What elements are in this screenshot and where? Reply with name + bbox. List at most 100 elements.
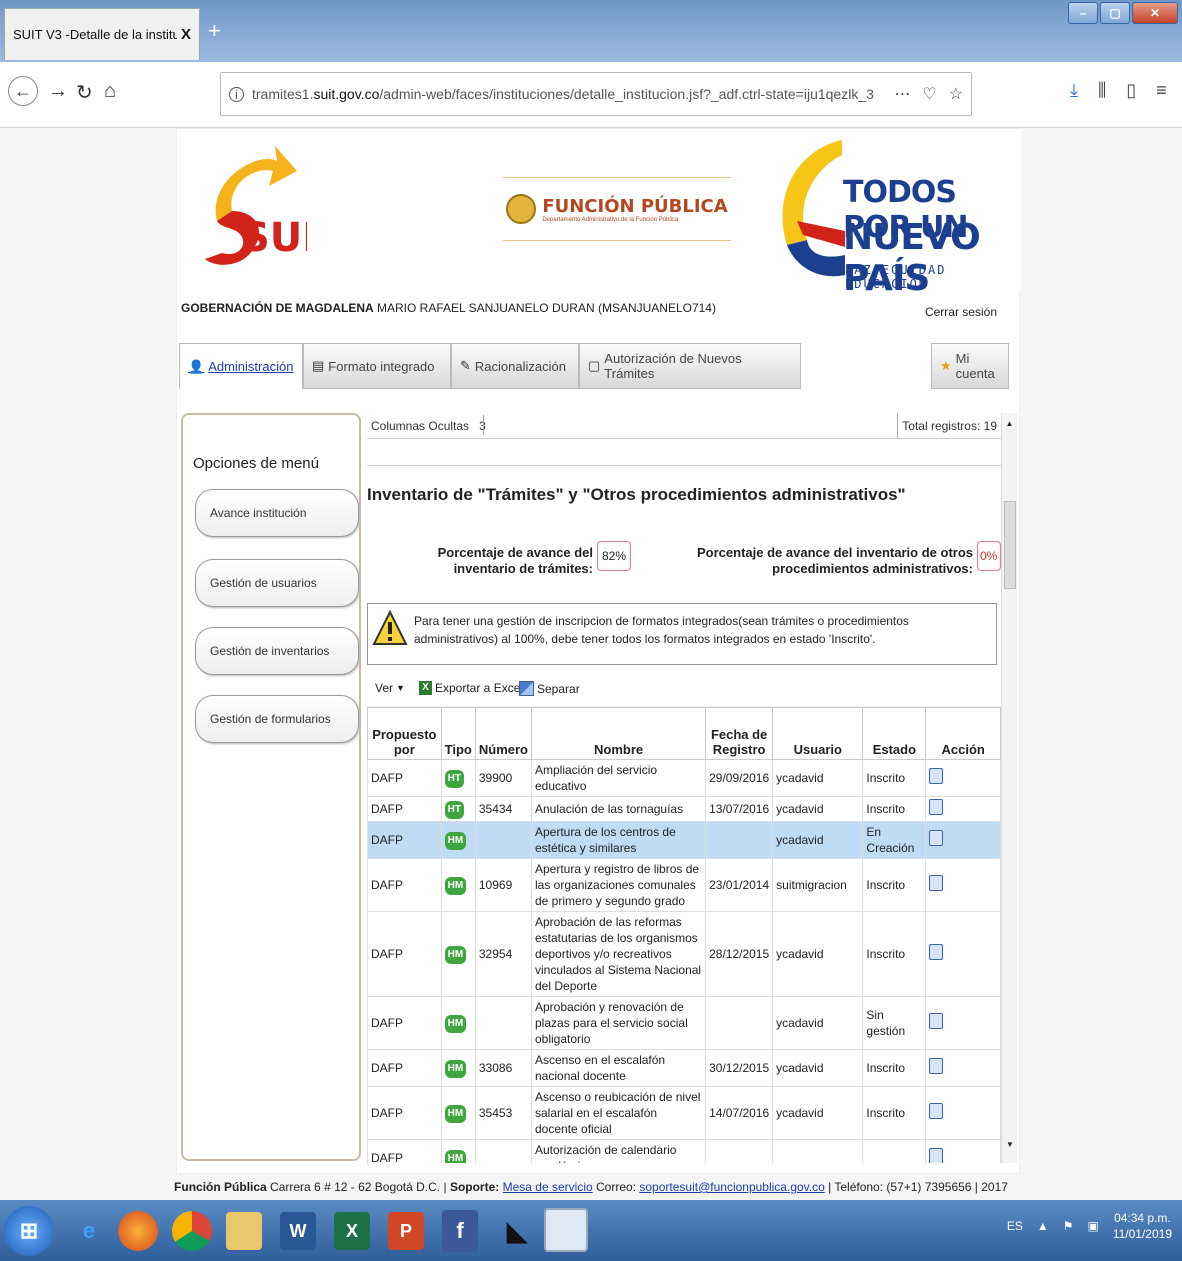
sidebar-item-inventarios[interactable]: Gestión de inventarios <box>195 627 359 675</box>
table-row[interactable]: DAFP HM 32954 Aprobación de las reformas es… <box>367 911 1001 997</box>
col-tipo[interactable]: Tipo <box>440 707 476 760</box>
url-actions: ⋯ ♡ ☆ <box>894 84 963 104</box>
inventory-table: Propuesto por Tipo Número Nombre Fecha d… <box>367 707 1001 1163</box>
forward-icon[interactable]: → <box>48 80 68 103</box>
tab-administracion[interactable]: 👤 Administración <box>179 343 303 389</box>
download-icon[interactable]: ⤓ <box>1070 80 1078 101</box>
tray-arrow-icon[interactable]: ▲ <box>1037 1219 1049 1233</box>
browser-tab[interactable]: SUIT V3 -Detalle de la institución o X <box>4 8 200 60</box>
view-detail-icon[interactable] <box>929 1013 944 1029</box>
table-row[interactable]: DAFP HM 33086 Ascenso en el escalafón nacio… <box>367 1049 1001 1087</box>
clock[interactable]: 04:34 p.m. 11/01/2019 <box>1113 1210 1172 1242</box>
tab-autorizacion[interactable]: ▢ Autorización de Nuevos Trámites <box>579 343 801 389</box>
tab-mi-cuenta[interactable]: ★ Mi cuenta <box>931 343 1009 389</box>
col-propuesto[interactable]: Propuesto por <box>367 707 442 760</box>
cell-nombre: Ascenso en el escalafón nacional docente <box>530 1049 707 1087</box>
start-button[interactable]: ⊞ <box>4 1206 54 1256</box>
url-bar[interactable]: i tramites1. suit.gov.co/admin-web/faces/… <box>220 72 972 116</box>
view-detail-icon[interactable] <box>929 1058 944 1074</box>
powerpoint-icon[interactable]: P <box>388 1212 424 1250</box>
maximize-button[interactable]: ▢ <box>1100 2 1130 24</box>
logout-link[interactable]: Cerrar sesión <box>925 305 997 319</box>
col-usuario[interactable]: Usuario <box>772 707 864 760</box>
menu-icon[interactable]: ≡ <box>1156 80 1167 101</box>
tab-close-icon[interactable]: X <box>181 26 191 43</box>
view-detail-icon[interactable] <box>929 830 944 846</box>
sidebar-item-formularios[interactable]: Gestión de formularios <box>195 695 359 743</box>
view-detail-icon[interactable] <box>929 768 944 784</box>
table-row[interactable]: DAFP HM 10969 Apertura y registro de libros… <box>367 858 1001 912</box>
col-accion[interactable]: Acción <box>925 707 1001 760</box>
hidden-columns[interactable]: Columnas Ocultas 3 <box>371 419 486 433</box>
col-numero[interactable]: Número <box>474 707 533 760</box>
view-detail-icon[interactable] <box>929 799 944 815</box>
tab-formato-integrado[interactable]: ▤ Formato integrado <box>303 343 451 389</box>
sidebar-item-usuarios[interactable]: Gestión de usuarios <box>195 559 359 607</box>
table-row[interactable]: DAFP HM Apertura de los centros de estétic… <box>367 821 1001 859</box>
minimize-button[interactable]: – <box>1068 2 1098 24</box>
page-actions-icon[interactable]: ⋯ <box>894 84 910 104</box>
view-menu-label: Ver <box>375 681 394 695</box>
firefox-icon[interactable] <box>118 1211 158 1251</box>
table-row[interactable]: DAFP HM 35453 Ascenso o reubicación de nive… <box>367 1086 1001 1140</box>
cell-numero: 35434 <box>474 796 533 822</box>
scanner-icon[interactable]: ◣ <box>494 1206 540 1256</box>
flag-icon[interactable]: ⚑ <box>1063 1219 1074 1233</box>
view-detail-icon[interactable] <box>929 1103 944 1119</box>
facebook-icon[interactable]: f <box>442 1210 478 1252</box>
back-icon[interactable]: ← <box>8 76 38 106</box>
pocket-icon[interactable]: ♡ <box>922 84 936 104</box>
type-badge: HT <box>444 800 465 819</box>
info-icon[interactable]: i <box>229 86 244 102</box>
cell-propuesto: DAFP <box>367 1049 442 1087</box>
col-estado[interactable]: Estado <box>862 707 927 760</box>
ie-icon[interactable]: e <box>66 1206 112 1256</box>
cell-fecha: 29/09/2016 <box>705 759 774 797</box>
user-name: MARIO RAFAEL SANJUANELO DURAN (MSANJUANE… <box>377 301 716 315</box>
chrome-icon[interactable] <box>172 1211 212 1251</box>
sidebar-icon[interactable]: ▯ <box>1126 80 1136 101</box>
view-menu[interactable]: Ver ▼ <box>375 681 405 695</box>
separate-button[interactable]: Separar <box>519 681 580 696</box>
vertical-scrollbar[interactable]: ▲ ▼ <box>1001 413 1017 1163</box>
view-detail-icon[interactable] <box>929 875 944 891</box>
close-window-button[interactable]: ✕ <box>1132 2 1178 24</box>
network-icon[interactable]: ▣ <box>1087 1219 1098 1233</box>
home-icon[interactable]: ⌂ <box>104 80 116 103</box>
mail-link[interactable]: soportesuit@funcionpublica.gov.co <box>639 1180 824 1194</box>
table-row[interactable]: DAFP HM Aprobación y renovación de plazas … <box>367 996 1001 1050</box>
word-icon[interactable]: W <box>280 1212 316 1250</box>
cell-numero <box>474 821 533 859</box>
bookmark-star-icon[interactable]: ☆ <box>949 84 963 104</box>
col-fecha[interactable]: Fecha de Registro <box>705 707 774 760</box>
excel-app-icon[interactable]: X <box>334 1212 370 1250</box>
tab-racionalizacion[interactable]: ✎ Racionalización <box>451 343 579 389</box>
export-excel-button[interactable]: X Exportar a Excel <box>419 681 523 695</box>
footer-mail-label: Correo: <box>596 1180 637 1194</box>
language-indicator[interactable]: ES <box>1007 1219 1023 1233</box>
view-detail-icon[interactable] <box>929 944 944 960</box>
table-row[interactable]: DAFPHM Autorización de calendario académi… <box>367 1139 1001 1163</box>
support-link[interactable]: Mesa de servicio <box>503 1180 593 1194</box>
warning-icon <box>372 610 408 645</box>
scrollbar-thumb[interactable] <box>1004 501 1016 589</box>
file-explorer-icon[interactable] <box>226 1212 262 1250</box>
view-detail-icon[interactable] <box>929 1148 944 1163</box>
cell-usuario <box>772 1139 864 1163</box>
new-tab-button[interactable]: + <box>208 18 221 44</box>
table-row[interactable]: DAFP HT 39900 Ampliación del servicio educa… <box>367 759 1001 797</box>
active-window-icon[interactable] <box>544 1208 588 1252</box>
sidebar-item-avance[interactable]: Avance institución <box>195 489 359 537</box>
table-row[interactable]: DAFP HT 35434 Anulación de las tornaguías 13… <box>367 796 1001 822</box>
type-badge: HM <box>444 1014 467 1033</box>
cell-numero: 32954 <box>474 911 533 997</box>
cell-nombre: Autorización de calendario académico <box>530 1139 707 1163</box>
reload-icon[interactable]: ↻ <box>76 80 93 105</box>
scroll-down-icon[interactable]: ▼ <box>1006 1140 1014 1149</box>
library-icon[interactable]: ⫼ <box>1098 80 1106 101</box>
tab-label: Mi cuenta <box>955 351 995 381</box>
tab-label: Administración <box>208 359 294 374</box>
scroll-up-icon[interactable]: ▲ <box>1002 419 1017 428</box>
cell-accion <box>925 759 1001 797</box>
col-nombre[interactable]: Nombre <box>530 707 707 760</box>
